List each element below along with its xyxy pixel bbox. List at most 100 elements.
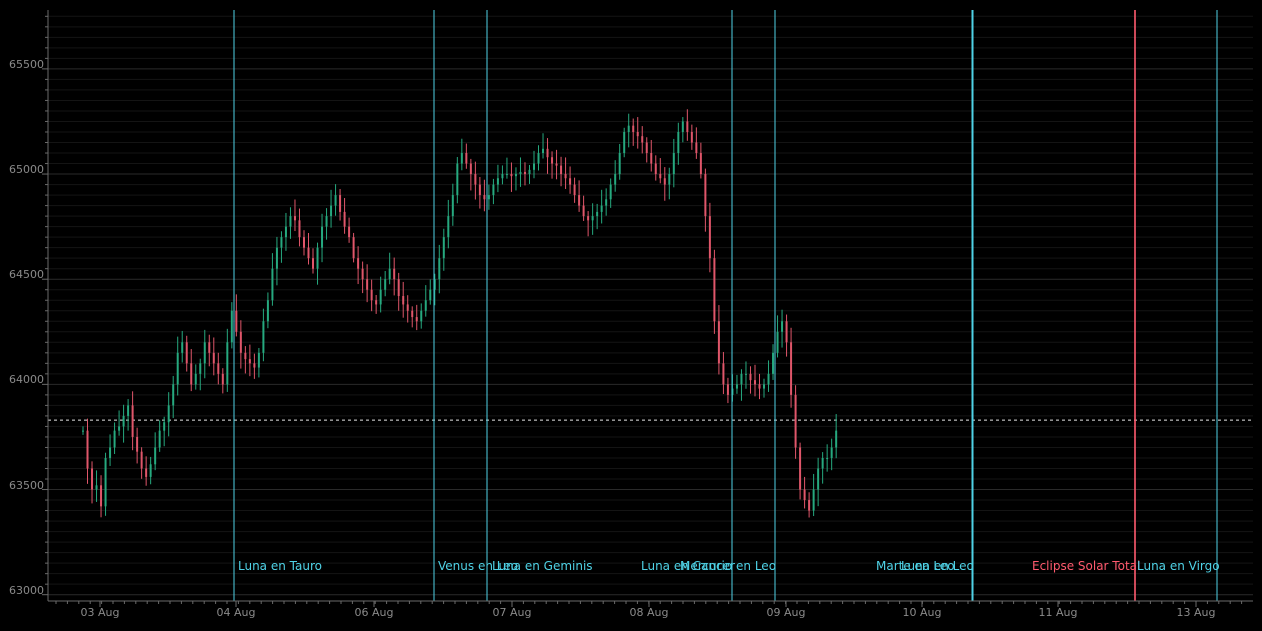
y-tick-label: 65500 [9, 58, 44, 71]
candle-body [438, 258, 441, 280]
candle-body [794, 394, 797, 448]
candle-body [406, 304, 409, 311]
candle-body [275, 247, 278, 269]
candle-body [695, 142, 698, 154]
candle-body [307, 247, 310, 259]
candle-body [668, 174, 671, 185]
candle-body [375, 300, 378, 305]
candle-body [514, 174, 517, 177]
candle-body [564, 174, 567, 179]
candle-body [528, 169, 531, 175]
candle-body [555, 163, 558, 166]
candle-body [569, 178, 572, 185]
candle-body [609, 184, 612, 200]
candle-body [284, 226, 287, 238]
candle-body [190, 363, 193, 385]
candle-body [510, 174, 513, 177]
candle-body [699, 153, 702, 175]
candle-body [744, 373, 747, 375]
candle-body [280, 237, 283, 248]
candle-body [95, 485, 98, 490]
candle-body [208, 342, 211, 353]
candle-body [109, 447, 112, 458]
event-label: Luna en Virgo [1137, 559, 1220, 573]
candle-body [199, 363, 202, 374]
candle-body [835, 430, 838, 448]
candle-body [361, 268, 364, 280]
candle-body [623, 131, 626, 154]
candle-body [388, 268, 391, 280]
candle-body [533, 163, 535, 170]
candle-body [487, 195, 490, 200]
candle-body [312, 258, 315, 269]
candle-body [772, 352, 775, 374]
candle-body [582, 205, 585, 217]
candle-body [713, 258, 716, 322]
candle-body [411, 310, 414, 318]
candle-body [397, 279, 400, 297]
candle-body [596, 211, 599, 217]
candle-body [763, 384, 766, 389]
candle-body [659, 174, 662, 179]
candle-body [217, 363, 220, 374]
candle-body [636, 131, 639, 137]
candle-body [104, 457, 107, 507]
x-tick-label: 10 Aug [903, 606, 942, 619]
candle-body [321, 226, 324, 248]
candle-body [654, 163, 657, 175]
x-tick-label: 06 Aug [355, 606, 394, 619]
candle-body [113, 430, 116, 448]
candle-body [230, 310, 233, 343]
candle-body [302, 237, 305, 248]
candle-body [289, 216, 292, 227]
candle-body [122, 415, 125, 427]
candle-body [826, 457, 829, 459]
event-label: Luna en Geminis [492, 559, 593, 573]
candle-body [181, 342, 184, 353]
candle-body [339, 195, 342, 212]
candle-body [420, 310, 423, 322]
x-tick-label: 03 Aug [81, 606, 120, 619]
candle-body [424, 300, 427, 311]
candle-body [641, 136, 644, 143]
candle-body [830, 447, 833, 458]
candle-body [469, 163, 472, 175]
x-axis-tick-labels: 03 Aug 04 Aug 06 Aug 07 Aug 08 Aug 09 Au… [81, 606, 1216, 619]
candle-body [618, 153, 621, 175]
candle-body [402, 296, 405, 305]
candle-body [271, 268, 274, 301]
candle-body [149, 464, 152, 477]
candle-body [235, 310, 238, 332]
candle-body [650, 153, 653, 164]
event-label: Mercurio en Leo [680, 559, 776, 573]
candle-body [672, 153, 675, 175]
candle-body [505, 174, 508, 176]
candle-body [100, 485, 103, 507]
candle-body [366, 279, 369, 290]
x-tick-label: 04 Aug [217, 606, 256, 619]
event-label: Eclipse Solar Total [1032, 559, 1140, 573]
candle-body [546, 148, 549, 158]
candle-body [785, 321, 788, 343]
candle-body [726, 384, 729, 395]
candle-body [645, 142, 648, 154]
x-tick-label: 11 Aug [1039, 606, 1078, 619]
candle-body [460, 153, 463, 164]
candle-body [523, 171, 526, 175]
candle-body [194, 373, 197, 385]
candle-body [573, 184, 576, 196]
candle-body [519, 171, 522, 175]
candle-body [537, 153, 540, 164]
candle-body [316, 247, 319, 269]
y-tick-label: 63000 [9, 584, 44, 597]
candle-body [82, 430, 84, 432]
candle-body [154, 447, 157, 465]
x-tick-label: 09 Aug [767, 606, 806, 619]
candle-body [293, 216, 296, 221]
candle-body [677, 131, 680, 154]
candle-body [758, 384, 761, 389]
candle-body [451, 195, 454, 217]
y-tick-label: 64000 [9, 373, 44, 386]
y-tick-label: 65000 [9, 163, 44, 176]
candle-body [384, 279, 387, 290]
